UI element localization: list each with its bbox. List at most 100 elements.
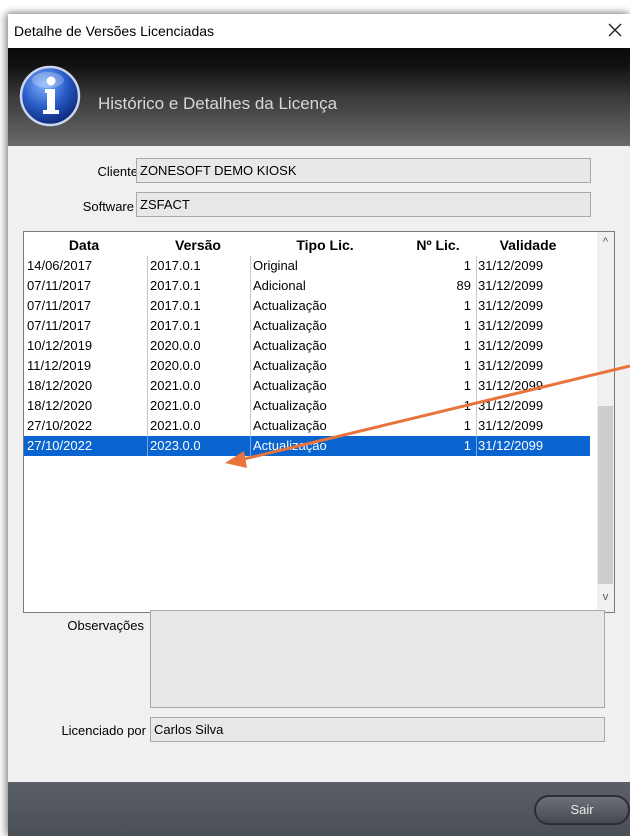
cell-data: 27/10/2022	[27, 438, 93, 453]
table-body: 14/06/2017 2017.0.1 Original 1 31/12/2099 07/…	[24, 256, 602, 456]
cell-validade: 31/12/2099	[478, 258, 544, 273]
observacoes-field[interactable]	[150, 610, 605, 708]
cell-versao: 2017.0.1	[150, 318, 201, 333]
sair-button[interactable]: Sair	[534, 795, 630, 825]
cliente-field[interactable]: ZONESOFT DEMO KIOSK	[136, 158, 591, 183]
cell-tipo: Actualização	[253, 398, 327, 413]
cell-num: 1	[463, 298, 471, 313]
column-separator	[250, 316, 251, 336]
col-versao[interactable]: Versão	[146, 237, 250, 253]
cell-num: 1	[463, 338, 471, 353]
cell-tipo: Actualização	[253, 298, 327, 313]
licenciado-label: Licenciado por	[61, 723, 146, 738]
column-separator	[250, 416, 251, 436]
column-separator	[250, 376, 251, 396]
header-title: Histórico e Detalhes da Licença	[98, 94, 338, 113]
cell-validade: 31/12/2099	[478, 378, 544, 393]
table-row[interactable]: 07/11/2017 2017.0.1 Actualização 1 31/12/209…	[24, 316, 590, 336]
column-separator	[250, 276, 251, 296]
table-row[interactable]: 10/12/2019 2020.0.0 Actualização 1 31/12/209…	[24, 336, 590, 356]
cell-tipo: Actualização	[253, 358, 327, 373]
cell-data: 07/11/2017	[27, 278, 92, 293]
table-row[interactable]: 18/12/2020 2021.0.0 Actualização 1 31/12/209…	[24, 396, 590, 416]
cell-versao: 2021.0.0	[150, 378, 201, 393]
cell-versao: 2017.0.1	[150, 258, 201, 273]
column-separator	[476, 276, 477, 296]
column-separator	[147, 276, 148, 296]
scroll-up-icon[interactable]: ^	[597, 236, 614, 253]
software-field[interactable]: ZSFACT	[136, 192, 591, 217]
cell-tipo: Adicional	[253, 278, 306, 293]
cell-validade: 31/12/2099	[478, 318, 544, 333]
column-separator	[250, 296, 251, 316]
column-separator	[147, 296, 148, 316]
cell-versao: 2021.0.0	[150, 418, 201, 433]
column-separator	[476, 336, 477, 356]
table-row[interactable]: 11/12/2019 2020.0.0 Actualização 1 31/12/209…	[24, 356, 590, 376]
cell-tipo: Actualização	[253, 418, 327, 433]
cell-data: 18/12/2020	[27, 378, 93, 393]
column-separator	[476, 376, 477, 396]
table-header: Data Versão Tipo Lic. Nº Lic. Validade	[24, 232, 604, 256]
cell-num: 89	[456, 278, 471, 293]
cell-data: 07/11/2017	[27, 298, 92, 313]
cell-validade: 31/12/2099	[478, 338, 544, 353]
column-separator	[147, 316, 148, 336]
license-table[interactable]: Data Versão Tipo Lic. Nº Lic. Validade 1…	[23, 231, 615, 613]
column-separator	[250, 256, 251, 276]
cell-validade: 31/12/2099	[478, 418, 544, 433]
column-separator	[250, 336, 251, 356]
cell-num: 1	[463, 398, 471, 413]
cell-data: 07/11/2017	[27, 318, 92, 333]
cell-versao: 2021.0.0	[150, 398, 201, 413]
cell-validade: 31/12/2099	[478, 298, 544, 313]
column-separator	[147, 356, 148, 376]
table-scrollbar[interactable]: ^ v	[597, 232, 614, 612]
column-separator	[476, 356, 477, 376]
column-separator	[476, 416, 477, 436]
cell-num: 1	[463, 358, 471, 373]
table-row[interactable]: 27/10/2022 2021.0.0 Actualização 1 31/12/209…	[24, 416, 590, 436]
column-separator	[147, 256, 148, 276]
cell-data: 27/10/2022	[27, 418, 93, 433]
cell-tipo: Actualização	[253, 338, 327, 353]
info-icon	[19, 65, 81, 127]
scroll-thumb[interactable]	[598, 406, 613, 584]
column-separator	[476, 296, 477, 316]
licenciado-field[interactable]: Carlos Silva	[150, 717, 605, 742]
cell-versao: 2020.0.0	[150, 338, 201, 353]
table-row[interactable]: 18/12/2020 2021.0.0 Actualização 1 31/12/209…	[24, 376, 590, 396]
table-row[interactable]: 14/06/2017 2017.0.1 Original 1 31/12/2099	[24, 256, 590, 276]
table-row[interactable]: 27/10/2022 2023.0.0 Actualização 1 31/12/209…	[24, 436, 590, 456]
cell-tipo: Actualização	[253, 438, 327, 453]
table-row[interactable]: 07/11/2017 2017.0.1 Adicional 89 31/12/2099	[24, 276, 590, 296]
col-num[interactable]: Nº Lic.	[400, 237, 476, 253]
column-separator	[250, 396, 251, 416]
cell-num: 1	[463, 438, 471, 453]
cell-num: 1	[463, 318, 471, 333]
col-tipo[interactable]: Tipo Lic.	[250, 237, 400, 253]
cell-data: 10/12/2019	[27, 338, 93, 353]
cell-data: 14/06/2017	[27, 258, 93, 273]
cell-num: 1	[463, 378, 471, 393]
column-separator	[476, 396, 477, 416]
table-row[interactable]: 07/11/2017 2017.0.1 Actualização 1 31/12/209…	[24, 296, 590, 316]
cell-data: 18/12/2020	[27, 398, 93, 413]
cell-num: 1	[463, 418, 471, 433]
column-separator	[476, 436, 477, 456]
column-separator	[250, 436, 251, 456]
cell-versao: 2017.0.1	[150, 278, 201, 293]
cell-versao: 2020.0.0	[150, 358, 201, 373]
column-separator	[476, 316, 477, 336]
column-separator	[250, 356, 251, 376]
column-separator	[147, 436, 148, 456]
cell-validade: 31/12/2099	[478, 398, 544, 413]
col-validade[interactable]: Validade	[476, 237, 580, 253]
close-icon[interactable]	[604, 19, 626, 41]
scroll-down-icon[interactable]: v	[597, 591, 614, 608]
title-bar: Detalhe de Versões Licenciadas	[8, 14, 630, 48]
cell-data: 11/12/2019	[27, 358, 92, 373]
window-title: Detalhe de Versões Licenciadas	[14, 23, 215, 39]
col-data[interactable]: Data	[24, 237, 144, 253]
cell-validade: 31/12/2099	[478, 358, 544, 373]
